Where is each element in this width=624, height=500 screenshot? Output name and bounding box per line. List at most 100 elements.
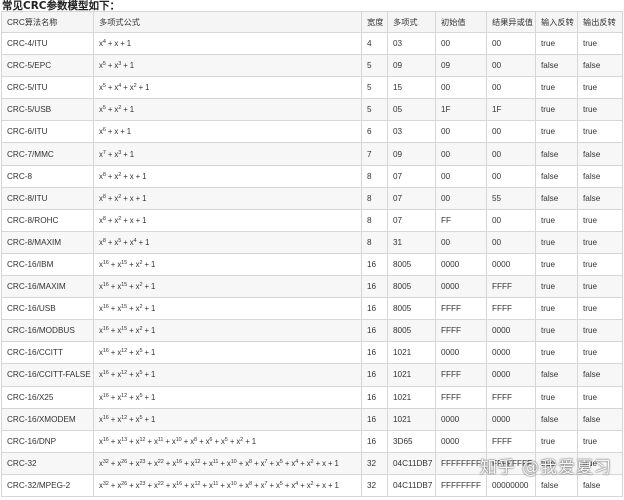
cell-polynomial-formula: x16 + x15 + x2 + 1	[93, 252, 362, 277]
cell-init: 0000	[435, 275, 487, 299]
poly-term-exponent: 2	[240, 436, 244, 443]
cell-xorout: FFFF	[486, 385, 536, 409]
cell-polynomial-formula: x16 + x12 + x5 + 1	[93, 341, 362, 365]
poly-term-exponent: 7	[264, 458, 268, 465]
poly-term-exponent: 3	[118, 61, 122, 68]
cell-refin: true	[535, 98, 578, 122]
poly-term-exponent: 2	[139, 282, 143, 289]
cell-width: 32	[361, 473, 388, 497]
poly-term-exponent: 8	[249, 458, 252, 465]
poly-term-base: 1	[151, 326, 156, 336]
cell-polynomial-formula: x5 + x4 + x2 + 1	[93, 76, 362, 100]
cell-init: FFFF	[435, 319, 487, 343]
cell-width: 16	[361, 252, 388, 277]
cell-refin: true	[535, 31, 578, 56]
poly-term-exponent: 4	[102, 39, 106, 46]
table-row: CRC-16/USB x16 + x15 + x2 + 1 16 8005 FFFF FF…	[1, 297, 623, 321]
table-row: CRC-8/MAXIM x8 + x5 + x4 + 1 8 31 00 00 true tr…	[1, 230, 623, 254]
table-row: CRC-16/MAXIM x16 + x15 + x2 + 1 16 8005 0000…	[1, 275, 623, 299]
cell-algorithm-name: CRC-5/EPC	[1, 54, 94, 78]
poly-term-exponent: 16	[176, 480, 183, 487]
poly-term-exponent: 5	[118, 237, 122, 244]
header-refin: 输入反转	[535, 11, 578, 33]
cell-algorithm-name: CRC-16/MODBUS	[1, 319, 94, 343]
table-row: CRC-16/X25 x16 + x12 + x5 + 1 16 1021 FFFF FF…	[1, 385, 623, 409]
cell-init: FF	[435, 208, 487, 232]
table-row: CRC-16/CCITT x16 + x12 + x5 + 1 16 1021 0000…	[1, 341, 623, 365]
poly-term-base: 1	[145, 237, 150, 247]
poly-term-exponent: 15	[121, 326, 128, 333]
cell-refout: false	[577, 186, 623, 210]
poly-term-exponent: 15	[121, 259, 128, 266]
cell-polynomial-hex: 1021	[387, 341, 436, 365]
poly-term-exponent: 8	[102, 215, 106, 222]
cell-polynomial-formula: x5 + x3 + 1	[93, 54, 362, 78]
cell-xorout: 00	[486, 120, 536, 144]
poly-term-exponent: 2	[118, 193, 122, 200]
poly-term-exponent: 5	[279, 480, 283, 487]
table-row: CRC-8/ITU x8 + x2 + x + 1 8 07 00 55 false fals…	[1, 186, 623, 210]
cell-width: 16	[361, 429, 388, 453]
poly-term-exponent: 10	[230, 480, 237, 487]
cell-xorout: 00	[486, 31, 536, 56]
poly-term-base: 1	[151, 259, 156, 269]
poly-term-exponent: 12	[121, 370, 128, 377]
poly-term-exponent: 16	[176, 458, 183, 465]
poly-term-exponent: 8	[194, 436, 198, 443]
cell-init: FFFF	[435, 363, 487, 387]
cell-algorithm-name: CRC-16/IBM	[1, 252, 94, 277]
poly-term-exponent: 5	[224, 436, 228, 443]
cell-width: 32	[361, 451, 388, 475]
poly-term-exponent: 2	[139, 304, 143, 311]
cell-polynomial-formula: x8 + x2 + x + 1	[93, 208, 362, 232]
cell-width: 16	[361, 363, 388, 387]
table-row: CRC-16/IBM x16 + x15 + x2 + 1 16 8005 0000 00…	[1, 252, 623, 277]
cell-init: 09	[435, 54, 487, 78]
cell-polynomial-hex: 04C11DB7	[387, 473, 436, 497]
poly-term-exponent: 10	[175, 436, 182, 443]
cell-polynomial-hex: 31	[387, 230, 436, 254]
cell-xorout: 1F	[486, 98, 536, 122]
table-row: CRC-5/ITU x5 + x4 + x2 + 1 5 15 00 00 true true	[1, 76, 623, 100]
poly-term-exponent: 8	[102, 193, 106, 200]
cell-algorithm-name: CRC-16/USB	[1, 297, 94, 321]
poly-term-exponent: 5	[139, 370, 143, 377]
cell-width: 7	[361, 142, 388, 166]
poly-term-exponent: 2	[133, 83, 137, 90]
cell-polynomial-hex: 03	[387, 120, 436, 144]
cell-xorout: 0000	[486, 319, 536, 343]
poly-term-base: 1	[129, 105, 134, 115]
poly-term-exponent: 23	[139, 480, 146, 487]
cell-init: 0000	[435, 429, 487, 453]
poly-term-exponent: 12	[194, 458, 201, 465]
poly-term-exponent: 26	[121, 480, 128, 487]
cell-algorithm-name: CRC-8/ROHC	[1, 208, 94, 232]
cell-polynomial-formula: x16 + x12 + x5 + 1	[93, 385, 362, 409]
cell-refin: false	[535, 186, 578, 210]
poly-term-base: 1	[151, 392, 156, 402]
cell-refout: true	[577, 319, 623, 343]
poly-term-base: x	[322, 458, 326, 468]
cell-init: FFFF	[435, 297, 487, 321]
cell-width: 5	[361, 98, 388, 122]
poly-term-exponent: 5	[279, 458, 283, 465]
cell-xorout: 00	[486, 208, 536, 232]
cell-polynomial-hex: 05	[387, 98, 436, 122]
cell-init: 00	[435, 120, 487, 144]
cell-polynomial-hex: 09	[387, 54, 436, 78]
cell-width: 16	[361, 297, 388, 321]
cell-polynomial-hex: 07	[387, 164, 436, 188]
poly-term-exponent: 15	[121, 282, 128, 289]
poly-term-exponent: 16	[102, 326, 109, 333]
cell-polynomial-formula: x16 + x15 + x2 + 1	[93, 275, 362, 299]
poly-term-base: x	[114, 127, 119, 137]
poly-term-exponent: 11	[157, 436, 164, 443]
cell-algorithm-name: CRC-16/X25	[1, 385, 94, 409]
cell-polynomial-formula: x16 + x12 + x5 + 1	[93, 407, 362, 431]
cell-width: 8	[361, 230, 388, 254]
poly-term-exponent: 32	[102, 458, 109, 465]
cell-refin: false	[535, 363, 578, 387]
cell-polynomial-hex: 8005	[387, 319, 436, 343]
poly-term-base: 1	[334, 480, 339, 490]
header-xorout: 结果异或值	[486, 11, 536, 33]
